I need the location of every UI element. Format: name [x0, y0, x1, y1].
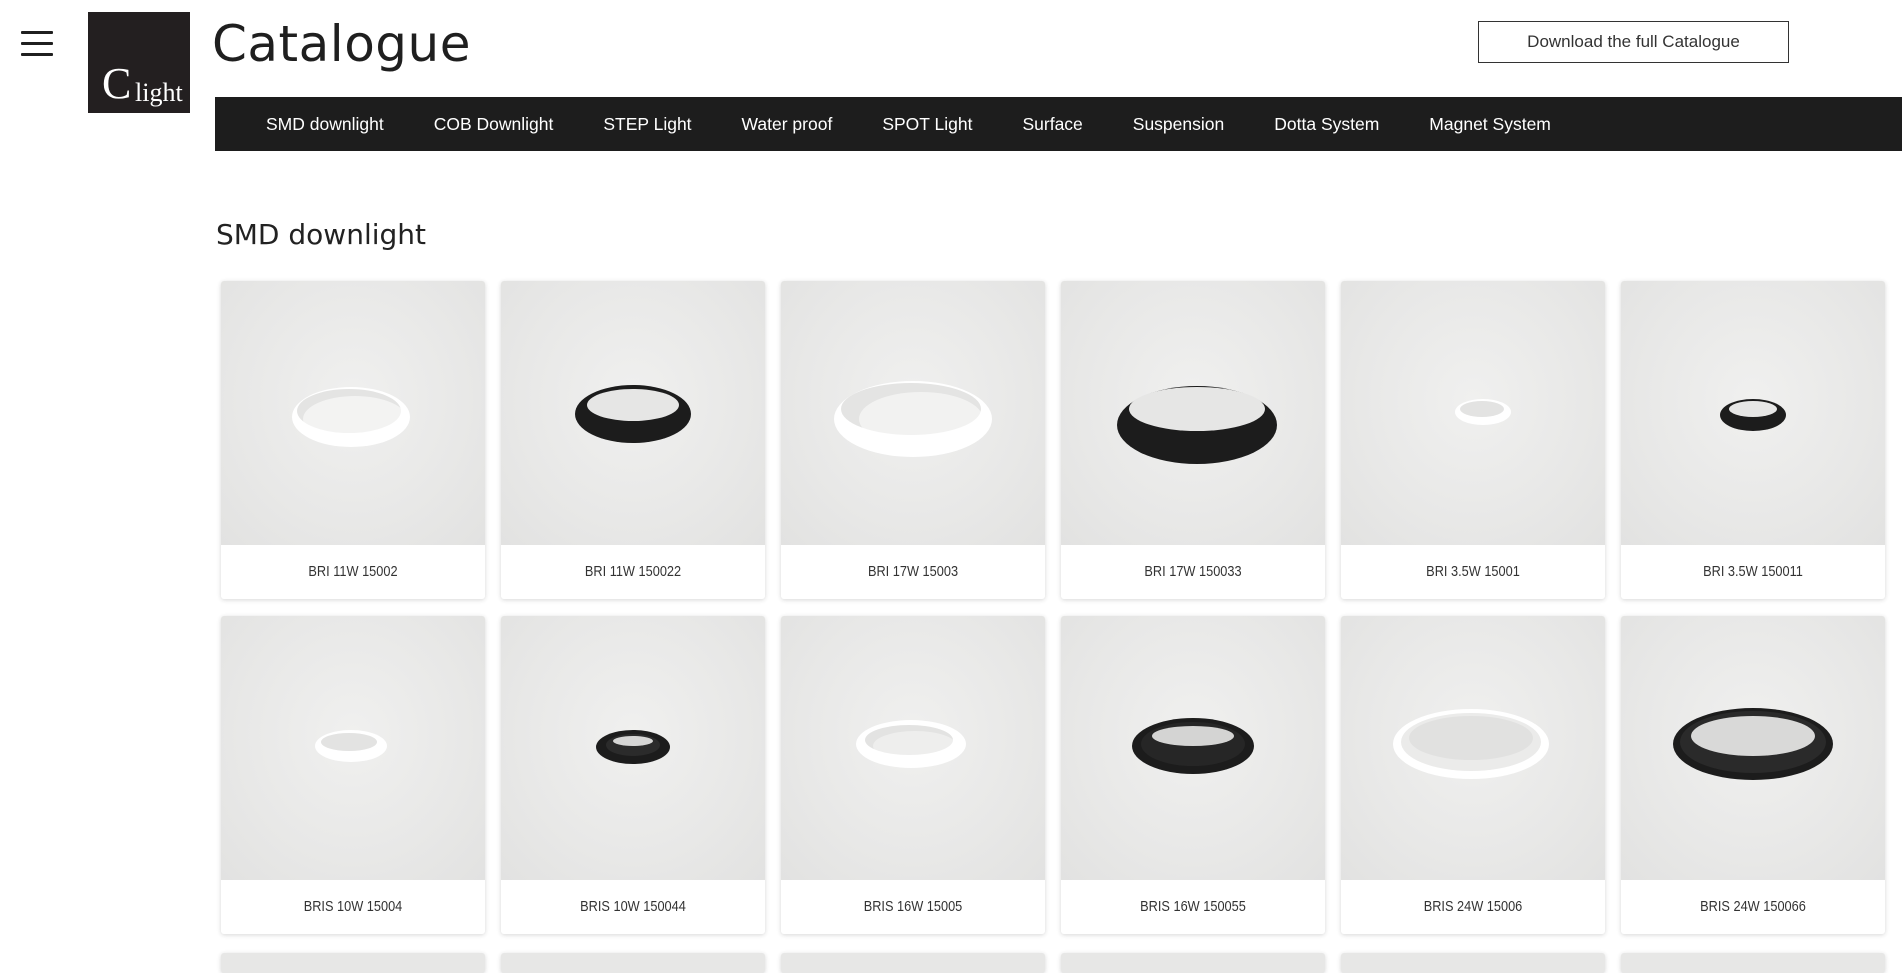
- product-card[interactable]: [1061, 953, 1325, 973]
- next-row-partial: [221, 953, 1885, 973]
- product-card[interactable]: BRIS 10W 15004: [221, 616, 485, 934]
- product-card[interactable]: [221, 953, 485, 973]
- logo-light: light: [135, 78, 183, 107]
- nav-item-magnet-system[interactable]: Magnet System: [1429, 114, 1551, 135]
- product-card[interactable]: BRI 11W 150022: [501, 281, 765, 599]
- product-grid: BRI 11W 15002 BRI 11W 150022 BRI 17W 150…: [221, 281, 1885, 934]
- product-image: [501, 616, 765, 880]
- product-name: BRIS 16W 15005: [863, 899, 963, 915]
- product-name: BRIS 10W 15004: [303, 899, 403, 915]
- product-card[interactable]: [501, 953, 765, 973]
- product-image: [1061, 281, 1325, 545]
- product-image: [781, 281, 1045, 545]
- nav-item-cob-downlight[interactable]: COB Downlight: [434, 114, 554, 135]
- product-image: [221, 616, 485, 880]
- product-image: [1341, 616, 1605, 880]
- product-card[interactable]: BRIS 24W 15006: [1341, 616, 1605, 934]
- product-image: [1061, 616, 1325, 880]
- product-image: [1621, 281, 1885, 545]
- product-image: [781, 616, 1045, 880]
- product-card[interactable]: BRIS 10W 150044: [501, 616, 765, 934]
- hamburger-menu-icon[interactable]: [21, 31, 53, 57]
- product-name: BRI 3.5W 150011: [1703, 564, 1803, 580]
- product-card[interactable]: BRI 17W 15003: [781, 281, 1045, 599]
- product-card[interactable]: BRIS 24W 150066: [1621, 616, 1885, 934]
- product-card[interactable]: BRI 3.5W 150011: [1621, 281, 1885, 599]
- nav-item-smd-downlight[interactable]: SMD downlight: [266, 114, 384, 135]
- product-image: [1341, 281, 1605, 545]
- product-card[interactable]: BRI 17W 150033: [1061, 281, 1325, 599]
- nav-item-spot-light[interactable]: SPOT Light: [882, 114, 972, 135]
- section-title: SMD downlight: [216, 218, 426, 251]
- nav-item-surface[interactable]: Surface: [1022, 114, 1082, 135]
- nav-item-water-proof[interactable]: Water proof: [742, 114, 833, 135]
- product-name: BRIS 24W 15006: [1423, 899, 1523, 915]
- product-image: [1621, 616, 1885, 880]
- product-name: BRI 3.5W 15001: [1426, 564, 1520, 580]
- product-card[interactable]: BRI 3.5W 15001: [1341, 281, 1605, 599]
- brand-logo[interactable]: C light: [88, 12, 190, 113]
- product-card[interactable]: BRI 11W 15002: [221, 281, 485, 599]
- product-image: [221, 281, 485, 545]
- product-card[interactable]: [781, 953, 1045, 973]
- page-title: Catalogue: [212, 15, 471, 73]
- product-name: BRIS 24W 150066: [1700, 899, 1806, 915]
- download-catalogue-button[interactable]: Download the full Catalogue: [1478, 21, 1789, 63]
- product-card[interactable]: BRIS 16W 150055: [1061, 616, 1325, 934]
- product-name: BRI 17W 15003: [867, 564, 959, 580]
- nav-item-suspension[interactable]: Suspension: [1133, 114, 1224, 135]
- product-name: BRI 11W 15002: [308, 564, 398, 580]
- product-name: BRIS 16W 150055: [1140, 899, 1246, 915]
- product-card[interactable]: [1341, 953, 1605, 973]
- product-card[interactable]: BRIS 16W 15005: [781, 616, 1045, 934]
- logo-c: C: [102, 59, 132, 108]
- product-name: BRI 11W 150022: [584, 564, 682, 580]
- category-nav: SMD downlight COB Downlight STEP Light W…: [215, 97, 1902, 151]
- product-card[interactable]: [1621, 953, 1885, 973]
- nav-item-dotta-system[interactable]: Dotta System: [1274, 114, 1379, 135]
- product-name: BRIS 10W 150044: [580, 899, 686, 915]
- product-image: [501, 281, 765, 545]
- product-name: BRI 17W 150033: [1144, 564, 1242, 580]
- nav-item-step-light[interactable]: STEP Light: [603, 114, 691, 135]
